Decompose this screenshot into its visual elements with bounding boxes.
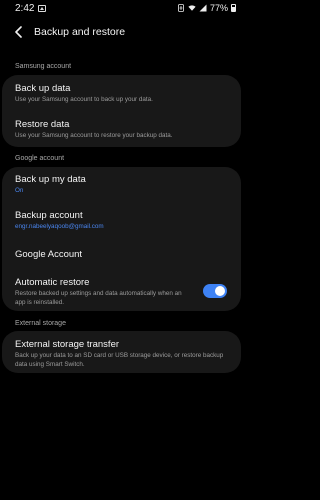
automatic-restore-toggle[interactable] xyxy=(203,284,227,298)
section-header-samsung: Samsung account xyxy=(15,63,72,70)
row-subtitle: Use your Samsung account to back up your… xyxy=(15,96,153,103)
status-left: 2:42 xyxy=(15,2,47,14)
row-title: Back up data xyxy=(15,83,71,94)
page-title: Backup and restore xyxy=(34,26,126,38)
samsung-account-card: Back up data Use your Samsung account to… xyxy=(2,75,241,147)
section-header-google: Google account xyxy=(15,155,65,162)
backup-account-item[interactable]: Backup account engr.nabeelyaqoob@gmail.c… xyxy=(2,210,241,232)
status-bar: 2:42 77% xyxy=(0,0,243,16)
status-right: 77% xyxy=(177,3,236,13)
back-up-my-data-item[interactable]: Back up my data On xyxy=(2,174,241,196)
battery-saver-icon xyxy=(178,4,184,12)
row-title: Restore data xyxy=(15,119,70,130)
account-email: engr.nabeelyaqoob@gmail.com xyxy=(15,223,104,230)
wifi-icon xyxy=(188,5,196,11)
app-bar: Backup and restore xyxy=(0,18,243,46)
row-title: Back up my data xyxy=(15,174,86,185)
google-account-card: Back up my data On Backup account engr.n… xyxy=(2,167,241,311)
external-storage-transfer-item[interactable]: External storage transfer Back up your d… xyxy=(2,339,241,369)
row-title: Google Account xyxy=(15,249,83,260)
status-time: 2:42 xyxy=(15,2,35,14)
back-up-data-item[interactable]: Back up data Use your Samsung account to… xyxy=(2,83,241,105)
external-storage-card: External storage transfer Back up your d… xyxy=(2,331,241,373)
row-subtitle: Restore backed up settings and data auto… xyxy=(15,290,182,306)
battery-icon xyxy=(231,4,236,12)
image-icon xyxy=(38,4,47,12)
row-subtitle: Back up your data to an SD card or USB s… xyxy=(15,352,224,368)
toggle-knob xyxy=(215,286,225,296)
row-subtitle: Use your Samsung account to restore your… xyxy=(15,132,173,139)
restore-data-item[interactable]: Restore data Use your Samsung account to… xyxy=(2,119,241,141)
google-account-item[interactable]: Google Account xyxy=(2,249,241,260)
row-title: Backup account xyxy=(15,210,83,221)
battery-percent: 77% xyxy=(209,3,228,13)
row-title: Automatic restore xyxy=(15,277,90,288)
row-title: External storage transfer xyxy=(15,339,120,350)
back-arrow-icon[interactable] xyxy=(8,21,30,43)
signal-icon xyxy=(199,4,207,12)
section-header-external: External storage xyxy=(15,320,66,327)
row-status: On xyxy=(15,187,24,194)
